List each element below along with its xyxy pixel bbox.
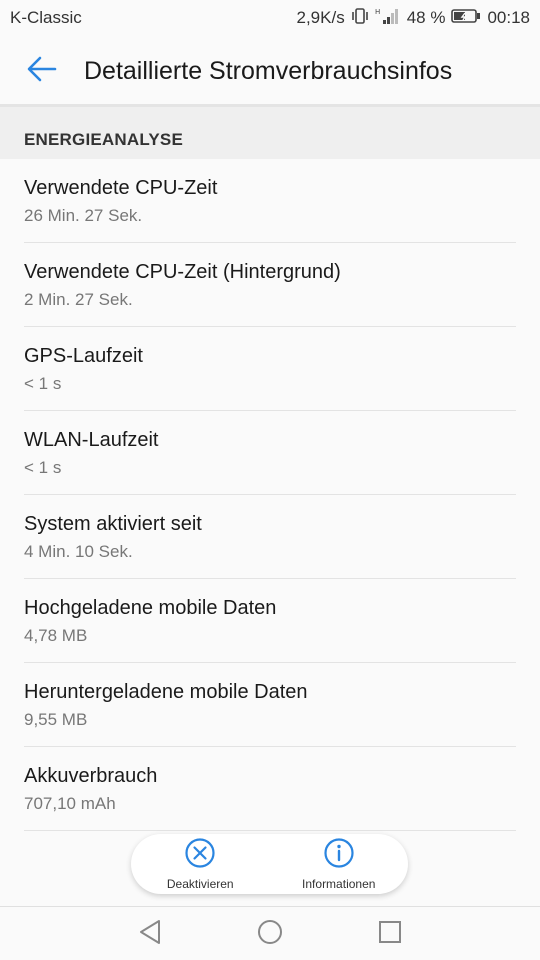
battery-charging-icon: [451, 8, 481, 29]
list-item-system-active[interactable]: System aktiviert seit 4 Min. 10 Sek.: [24, 495, 516, 579]
list-item-title: Verwendete CPU-Zeit: [24, 177, 218, 199]
floating-action-bar: Deaktivieren Informationen: [131, 834, 408, 894]
page-title: Detaillierte Stromverbrauchsinfos: [84, 56, 453, 85]
list-item-downloaded-data[interactable]: Heruntergeladene mobile Daten 9,55 MB: [24, 663, 516, 747]
list-item-title: Heruntergeladene mobile Daten: [24, 681, 308, 703]
circle-x-icon: [184, 837, 216, 874]
list-item-cpu-time[interactable]: Verwendete CPU-Zeit 26 Min. 27 Sek.: [24, 159, 516, 243]
carrier-name: K-Classic: [10, 8, 82, 27]
signal-icon: H: [375, 7, 401, 30]
svg-text:H: H: [375, 8, 380, 16]
battery-percent: 48 %: [406, 8, 446, 27]
energy-list: Verwendete CPU-Zeit 26 Min. 27 Sek. Verw…: [0, 159, 540, 831]
deactivate-label: Deaktivieren: [166, 877, 234, 891]
list-item-cpu-background[interactable]: Verwendete CPU-Zeit (Hintergrund) 2 Min.…: [24, 243, 516, 327]
list-item-title: WLAN-Laufzeit: [24, 429, 159, 451]
information-button[interactable]: Informationen: [270, 834, 409, 894]
list-item-title: Hochgeladene mobile Daten: [24, 597, 277, 619]
list-item-value: 9,55 MB: [24, 710, 88, 729]
list-item-title: GPS-Laufzeit: [24, 345, 143, 367]
information-label: Informationen: [302, 877, 376, 891]
recents-square-icon: [378, 920, 402, 949]
list-item-gps[interactable]: GPS-Laufzeit < 1 s: [24, 327, 516, 411]
nav-recents-button[interactable]: [375, 919, 405, 949]
list-item-wlan[interactable]: WLAN-Laufzeit < 1 s: [24, 411, 516, 495]
nav-home-button[interactable]: [255, 919, 285, 949]
circle-info-icon: [323, 837, 355, 874]
vibrate-icon: [351, 7, 369, 29]
arrow-left-icon: [27, 56, 57, 87]
clock: 00:18: [487, 8, 530, 27]
deactivate-button[interactable]: Deaktivieren: [131, 834, 270, 894]
status-bar: K-Classic 2,9K/s H 48 % 00:18: [0, 0, 540, 36]
list-item-battery-usage[interactable]: Akkuverbrauch 707,10 mAh: [24, 747, 516, 831]
list-item-value: < 1 s: [24, 458, 62, 477]
list-item-title: Verwendete CPU-Zeit (Hintergrund): [24, 261, 341, 283]
list-item-value: 2 Min. 27 Sek.: [24, 290, 133, 309]
list-item-value: 26 Min. 27 Sek.: [24, 206, 143, 225]
nav-back-button[interactable]: [135, 919, 165, 949]
list-item-value: < 1 s: [24, 374, 62, 393]
app-bar: Detaillierte Stromverbrauchsinfos: [0, 36, 540, 106]
list-item-value: 707,10 mAh: [24, 794, 116, 813]
list-item-title: System aktiviert seit: [24, 513, 202, 535]
home-circle-icon: [257, 919, 283, 950]
list-item-value: 4 Min. 10 Sek.: [24, 542, 133, 561]
back-button[interactable]: [0, 36, 84, 106]
list-item-uploaded-data[interactable]: Hochgeladene mobile Daten 4,78 MB: [24, 579, 516, 663]
list-item-value: 4,78 MB: [24, 626, 88, 645]
list-item-title: Akkuverbrauch: [24, 765, 158, 787]
section-header: ENERGIEANALYSE: [0, 107, 540, 159]
back-triangle-icon: [138, 919, 162, 950]
status-icons: 2,9K/s H 48 % 00:18: [297, 7, 531, 30]
navigation-bar: [0, 906, 540, 960]
network-speed: 2,9K/s: [296, 8, 345, 27]
